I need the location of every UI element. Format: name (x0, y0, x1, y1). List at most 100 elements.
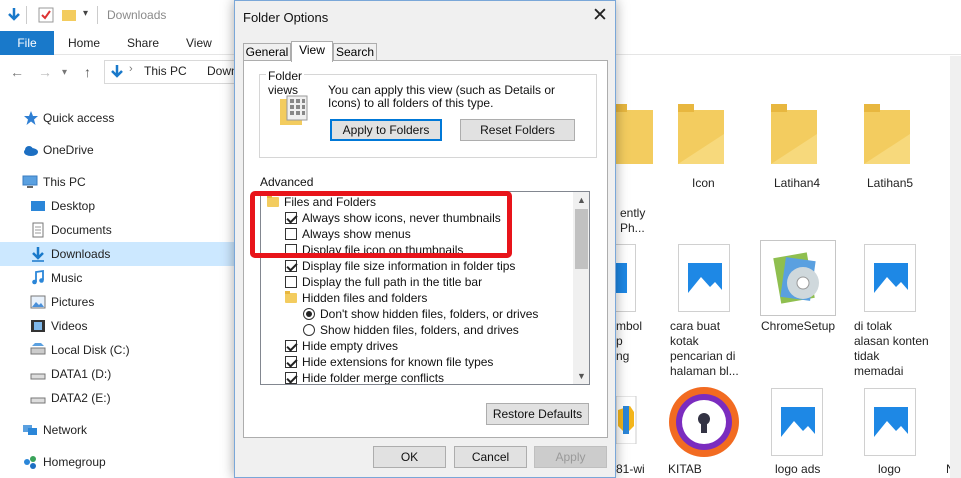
checkbox[interactable] (285, 340, 297, 352)
checkbox[interactable] (285, 276, 297, 288)
file-label[interactable]: KITAB (668, 462, 702, 477)
file-label-cara-buat[interactable]: cara buat kotak pencarian di halaman bl.… (670, 319, 739, 379)
folder-icon (285, 291, 297, 303)
tab-home[interactable]: Home (68, 36, 100, 50)
settings-group-row: Hidden files and folders (261, 290, 573, 306)
sidebar-item-onedrive[interactable]: OneDrive (0, 138, 235, 162)
documents-icon (32, 222, 44, 238)
tree-scrollbar[interactable]: ▲ ▼ (573, 192, 589, 384)
reset-folders-button[interactable]: Reset Folders (460, 119, 575, 141)
back-icon[interactable]: ← (10, 64, 24, 80)
properties-icon[interactable] (38, 7, 54, 23)
folder-icon[interactable] (771, 104, 817, 164)
folder-icon[interactable] (613, 104, 659, 164)
file-label[interactable]: logo (878, 462, 901, 477)
tab-search[interactable]: Search (333, 43, 377, 61)
breadcrumb-separator-icon: › (129, 63, 133, 75)
settings-checkbox-row[interactable]: Hide folder merge conflicts (261, 370, 573, 384)
file-label[interactable]: Latihan5 (867, 176, 913, 191)
image-file-icon[interactable] (771, 388, 823, 456)
settings-checkbox-row[interactable]: Display the full path in the title bar (261, 274, 573, 290)
checkbox[interactable] (285, 372, 297, 384)
sidebar-item-quick-access[interactable]: Quick access (0, 106, 235, 130)
recent-locations-icon[interactable]: ▾ (62, 67, 67, 78)
sidebar-item-desktop[interactable]: Desktop (0, 194, 235, 218)
file-label: alasan konten (854, 334, 929, 348)
settings-radio-row[interactable]: Don't show hidden files, folders, or dri… (261, 306, 573, 322)
close-icon[interactable]: ✕ (587, 5, 613, 29)
image-file-icon[interactable] (678, 244, 730, 312)
sidebar-item-downloads[interactable]: Downloads (0, 242, 235, 266)
new-folder-icon[interactable] (61, 7, 77, 23)
file-label[interactable]: mbol (616, 319, 642, 334)
pictures-icon (30, 295, 46, 309)
scroll-up-icon[interactable]: ▲ (573, 192, 589, 208)
sidebar-item-label: Documents (51, 223, 112, 237)
sidebar-item-data2-e[interactable]: DATA2 (E:) (0, 386, 235, 410)
restore-defaults-button[interactable]: Restore Defaults (486, 403, 589, 425)
tab-view[interactable]: View (291, 41, 333, 62)
file-label[interactable]: Ph... (620, 221, 645, 236)
sidebar-item-music[interactable]: Music (0, 266, 235, 290)
tab-share[interactable]: Share (127, 36, 159, 50)
shield-file-icon[interactable] (615, 395, 638, 445)
homegroup-icon (24, 456, 36, 469)
sidebar-item-data1-d[interactable]: DATA1 (D:) (0, 362, 235, 386)
checkbox[interactable] (285, 260, 297, 272)
file-label[interactable]: ently (620, 206, 645, 221)
folder-icon[interactable] (678, 104, 724, 164)
sidebar-item-label: Quick access (43, 111, 115, 125)
customize-toolbar-icon[interactable]: ▾ (83, 8, 88, 19)
sidebar-item-this-pc[interactable]: This PC (0, 170, 235, 194)
sidebar-item-label: Network (43, 423, 88, 437)
sidebar-item-network[interactable]: Network (0, 418, 235, 442)
image-file-icon[interactable] (864, 244, 916, 312)
apply-to-folders-button[interactable]: Apply to Folders (330, 119, 442, 141)
up-icon[interactable]: ↑ (84, 64, 91, 80)
image-file-icon[interactable] (864, 388, 916, 456)
downloads-location-icon (111, 65, 123, 78)
file-label: kotak (670, 334, 699, 348)
file-label[interactable]: logo ads (775, 462, 820, 477)
sidebar-item-videos[interactable]: Videos (0, 314, 235, 338)
folder-views-description: You can apply this view (such as Details… (328, 83, 556, 110)
drive-icon (30, 397, 46, 404)
sidebar-item-documents[interactable]: Documents (0, 218, 235, 242)
file-label[interactable]: Icon (692, 176, 715, 191)
file-label-di-tolak[interactable]: di tolak alasan konten tidak memadai (854, 319, 929, 379)
apply-button[interactable]: Apply (534, 446, 607, 468)
vpn-app-icon[interactable] (668, 386, 740, 458)
image-file-icon[interactable] (616, 244, 636, 312)
tab-file[interactable]: File (0, 31, 54, 55)
settings-checkbox-row[interactable]: Display file size information in folder … (261, 258, 573, 274)
scroll-down-icon[interactable]: ▼ (573, 368, 589, 384)
settings-radio-row[interactable]: Show hidden files, folders, and drives (261, 322, 573, 338)
folder-icon[interactable] (864, 104, 910, 164)
file-label[interactable]: ChromeSetup (761, 319, 835, 334)
file-label: memadai (854, 364, 904, 378)
download-icon (32, 247, 44, 262)
file-label[interactable]: ng (616, 349, 629, 364)
checkbox[interactable] (285, 356, 297, 368)
cancel-button[interactable]: Cancel (454, 446, 527, 468)
file-label[interactable]: 81-wi (616, 462, 645, 477)
sidebar-item-homegroup[interactable]: Homegroup (0, 450, 235, 474)
dialog-title: Folder Options (243, 10, 329, 25)
sidebar-item-pictures[interactable]: Pictures (0, 290, 235, 314)
breadcrumb-this-pc[interactable]: This PC (144, 64, 187, 78)
radio-button[interactable] (303, 324, 315, 336)
sidebar-item-label: DATA2 (E:) (51, 391, 111, 405)
settings-checkbox-row[interactable]: Hide extensions for known file types (261, 354, 573, 370)
tab-general[interactable]: General (243, 43, 291, 61)
installer-file-icon[interactable] (760, 240, 836, 316)
file-label[interactable]: Latihan4 (774, 176, 820, 191)
scroll-thumb[interactable] (575, 209, 588, 269)
file-label[interactable]: p (616, 334, 623, 349)
settings-checkbox-row[interactable]: Hide empty drives (261, 338, 573, 354)
radio-button[interactable] (303, 308, 315, 320)
forward-icon[interactable]: → (38, 64, 52, 80)
sidebar-item-local-disk-c[interactable]: Local Disk (C:) (0, 338, 235, 362)
file-grid-scrollbar[interactable] (950, 56, 961, 478)
tab-view[interactable]: View (186, 36, 212, 50)
ok-button[interactable]: OK (373, 446, 446, 468)
